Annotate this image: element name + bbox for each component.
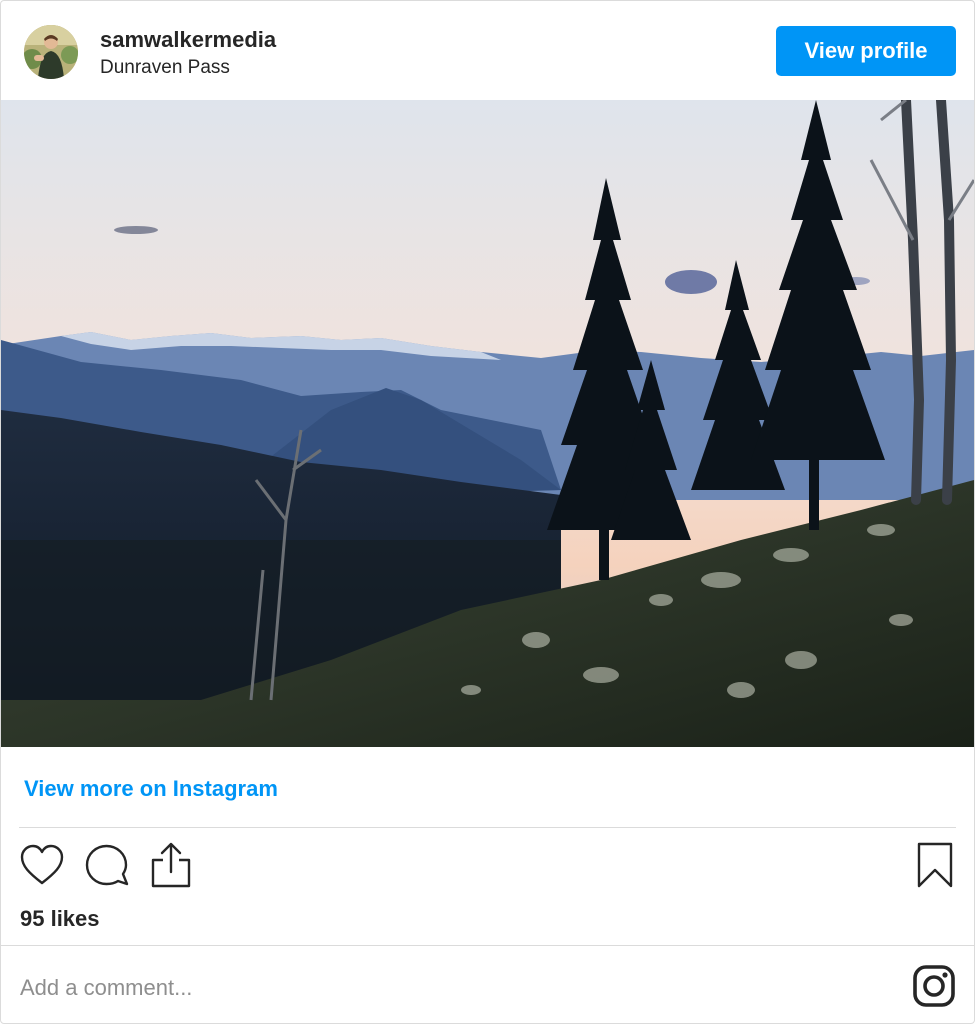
bookmark-icon[interactable] [915, 841, 955, 889]
share-icon[interactable] [149, 841, 193, 889]
divider [1, 945, 974, 946]
post-photo[interactable] [1, 100, 974, 747]
instagram-icon[interactable] [912, 964, 956, 1008]
likes-count: 95 likes [20, 906, 100, 931]
view-more-link[interactable]: View more on Instagram [24, 776, 278, 802]
divider [19, 827, 956, 828]
avatar[interactable] [24, 25, 78, 79]
heart-icon[interactable] [19, 843, 65, 887]
username[interactable]: samwalkermedia [100, 27, 276, 53]
comment-input[interactable] [20, 967, 880, 1009]
location-label[interactable]: Dunraven Pass [100, 57, 230, 79]
instagram-embed-card: samwalkermedia Dunraven Pass View profil… [0, 0, 975, 1024]
view-profile-button[interactable]: View profile [776, 26, 956, 76]
post-header: samwalkermedia Dunraven Pass View profil… [1, 1, 974, 99]
comment-icon[interactable] [84, 843, 130, 889]
